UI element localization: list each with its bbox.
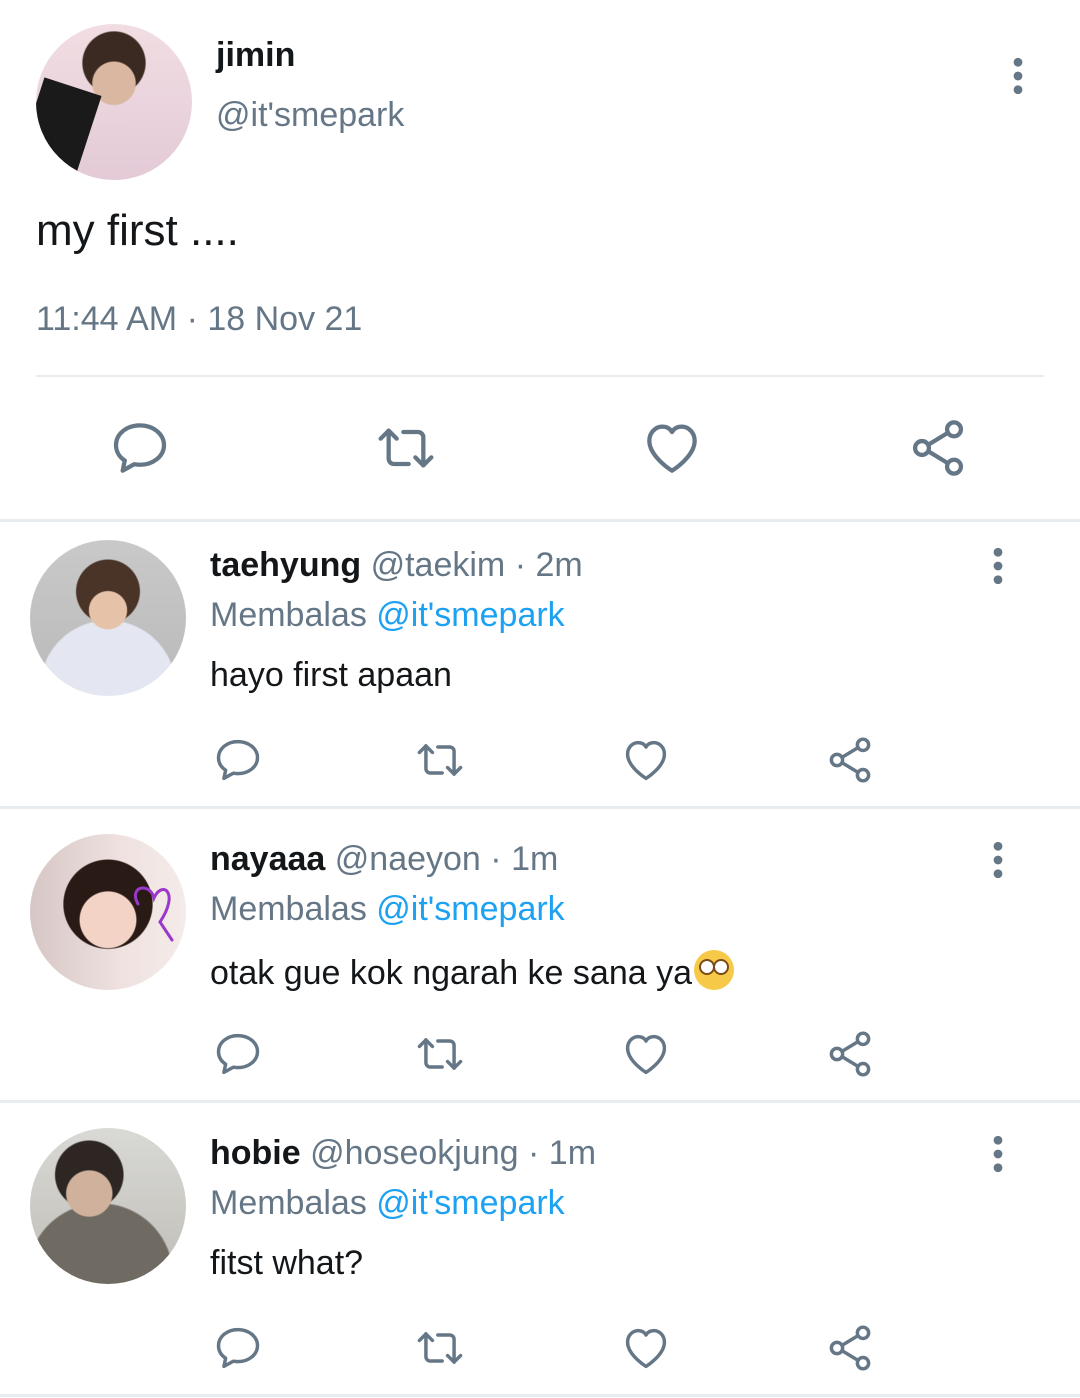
retweet-icon[interactable] <box>414 1028 466 1080</box>
main-tweet: jimin @it'smepark my first .... 11:44 AM… <box>0 0 1080 520</box>
more-options-icon[interactable] <box>976 542 1020 590</box>
reply-text: hayo first apaan <box>210 656 452 694</box>
reply-header: nayaaa @naeyon · 1m <box>210 840 558 879</box>
retweet-icon[interactable] <box>414 1322 466 1374</box>
retweet-icon[interactable] <box>374 416 438 480</box>
replying-to-label: Membalas <box>210 596 367 634</box>
replying-to-link[interactable]: @it'smepark <box>376 596 564 634</box>
share-icon[interactable] <box>824 1322 876 1374</box>
replying-to-link[interactable]: @it'smepark <box>376 1184 564 1222</box>
divider <box>0 806 1080 809</box>
author-handle[interactable]: @hoseokjung <box>310 1134 518 1172</box>
reply-icon[interactable] <box>108 416 172 480</box>
retweet-icon[interactable] <box>414 734 466 786</box>
tweet-text: my first .... <box>36 206 239 255</box>
like-icon[interactable] <box>620 1028 672 1080</box>
avatar[interactable] <box>30 834 186 990</box>
flushed-face-emoji-icon <box>694 950 734 990</box>
tweet-timestamp: 11:44 AM · 18 Nov 21 <box>36 300 363 338</box>
replying-to: Membalas @it'smepark <box>210 596 565 635</box>
replying-to-label: Membalas <box>210 890 367 928</box>
reply-time: · 1m <box>490 840 559 878</box>
author-name[interactable]: jimin <box>216 36 295 75</box>
reply-icon[interactable] <box>212 1028 264 1080</box>
share-icon[interactable] <box>824 734 876 786</box>
avatar[interactable] <box>30 540 186 696</box>
avatar[interactable] <box>36 24 192 180</box>
author-handle[interactable]: @naeyon <box>335 840 481 878</box>
like-icon[interactable] <box>620 734 672 786</box>
divider <box>36 375 1044 377</box>
share-icon[interactable] <box>824 1028 876 1080</box>
reply-tweet[interactable]: taehyung @taekim · 2m Membalas @it'smepa… <box>0 520 1080 810</box>
replying-to-label: Membalas <box>210 1184 367 1222</box>
author-handle[interactable]: @taekim <box>371 546 506 584</box>
author-name[interactable]: taehyung <box>210 546 361 584</box>
avatar[interactable] <box>30 1128 186 1284</box>
replying-to: Membalas @it'smepark <box>210 1184 565 1223</box>
author-name[interactable]: hobie <box>210 1134 301 1172</box>
reply-header: taehyung @taekim · 2m <box>210 546 583 585</box>
divider <box>0 1100 1080 1103</box>
reply-time: · 1m <box>528 1134 597 1172</box>
reply-tweet[interactable]: hobie @hoseokjung · 1m Membalas @it'smep… <box>0 1108 1080 1398</box>
reply-icon[interactable] <box>212 734 264 786</box>
reply-tweet[interactable]: nayaaa @naeyon · 1m Membalas @it'smepark… <box>0 814 1080 1104</box>
replying-to: Membalas @it'smepark <box>210 890 565 929</box>
reply-text: fitst what? <box>210 1244 364 1282</box>
more-options-icon[interactable] <box>996 52 1040 100</box>
like-icon[interactable] <box>640 416 704 480</box>
author-name[interactable]: nayaaa <box>210 840 325 878</box>
like-icon[interactable] <box>620 1322 672 1374</box>
reply-icon[interactable] <box>212 1322 264 1374</box>
share-icon[interactable] <box>906 416 970 480</box>
replying-to-link[interactable]: @it'smepark <box>376 890 564 928</box>
reply-time: · 2m <box>514 546 583 584</box>
divider <box>0 1394 1080 1397</box>
reply-header: hobie @hoseokjung · 1m <box>210 1134 596 1173</box>
reply-text: otak gue kok ngarah ke sana ya <box>210 954 692 992</box>
heart-doodle-icon <box>134 886 174 942</box>
author-handle[interactable]: @it'smepark <box>216 96 404 135</box>
more-options-icon[interactable] <box>976 1130 1020 1178</box>
reply-text-container: otak gue kok ngarah ke sana ya <box>210 950 734 993</box>
more-options-icon[interactable] <box>976 836 1020 884</box>
